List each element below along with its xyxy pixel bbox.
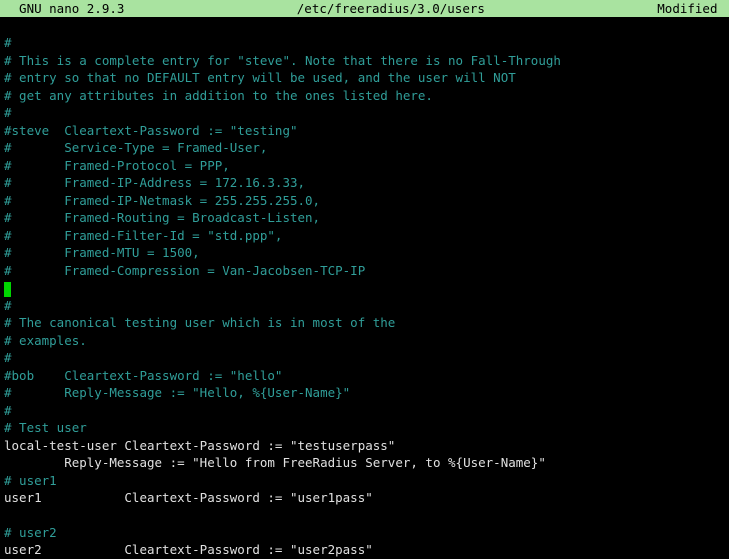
comment-text: # get any attributes in addition to the … [4,88,433,103]
comment-text: # Framed-Protocol = PPP, [4,158,230,173]
editor-line[interactable]: # [4,297,725,315]
comment-text: # Framed-Filter-Id = "std.ppp", [4,228,282,243]
editor-line[interactable]: # Framed-IP-Netmask = 255.255.255.0, [4,192,725,210]
editor-line[interactable] [4,507,725,524]
comment-text: # Framed-IP-Netmask = 255.255.255.0, [4,193,320,208]
editor-line[interactable]: # user1 [4,472,725,490]
editor-line[interactable] [4,279,725,297]
editor-line[interactable]: # Framed-IP-Address = 172.16.3.33, [4,174,725,192]
editor-line[interactable] [4,17,725,34]
comment-text: #steve Cleartext-Password := "testing" [4,123,298,138]
editor-line[interactable]: user1 Cleartext-Password := "user1pass" [4,489,725,507]
comment-text: # user2 [4,525,57,540]
editor-line[interactable]: # Reply-Message := "Hello, %{User-Name}" [4,384,725,402]
editor-line[interactable]: # [4,402,725,420]
editor-line[interactable]: # The canonical testing user which is in… [4,314,725,332]
editor-line[interactable]: # Framed-Routing = Broadcast-Listen, [4,209,725,227]
config-text: local-test-user Cleartext-Password := "t… [4,438,395,453]
editor-line[interactable]: #bob Cleartext-Password := "hello" [4,367,725,385]
config-text: user2 Cleartext-Password := "user2pass" [4,542,373,557]
comment-text: # Framed-IP-Address = 172.16.3.33, [4,175,305,190]
editor-line[interactable]: # Test user [4,419,725,437]
comment-text: # [4,403,12,418]
comment-text: # The canonical testing user which is in… [4,315,395,330]
editor-line[interactable]: #steve Cleartext-Password := "testing" [4,122,725,140]
comment-text: # Framed-Routing = Broadcast-Listen, [4,210,320,225]
comment-text: # Reply-Message := "Hello, %{User-Name}" [4,385,350,400]
comment-text: # Framed-Compression = Van-Jacobsen-TCP-… [4,263,365,278]
comment-text: # examples. [4,333,87,348]
text-cursor [4,282,11,297]
editor-line[interactable]: # examples. [4,332,725,350]
config-text: user1 Cleartext-Password := "user1pass" [4,490,373,505]
editor-content[interactable]: # # This is a complete entry for "steve".… [0,17,729,559]
editor-line[interactable]: # Framed-MTU = 1500, [4,244,725,262]
editor-line[interactable]: user2 Cleartext-Password := "user2pass" [4,541,725,559]
config-text: Reply-Message := "Hello from FreeRadius … [4,455,546,470]
comment-text: # [4,298,12,313]
editor-line[interactable]: # Framed-Compression = Van-Jacobsen-TCP-… [4,262,725,280]
editor-line[interactable]: # [4,349,725,367]
editor-line[interactable]: local-test-user Cleartext-Password := "t… [4,437,725,455]
comment-text: #bob Cleartext-Password := "hello" [4,368,282,383]
comment-text: # [4,350,12,365]
editor-line[interactable]: # user2 [4,524,725,542]
editor-line[interactable]: # Framed-Filter-Id = "std.ppp", [4,227,725,245]
comment-text: # Framed-MTU = 1500, [4,245,200,260]
comment-text: # [4,105,12,120]
modified-flag: Modified [657,0,725,17]
comment-text: # user1 [4,473,57,488]
editor-line[interactable]: Reply-Message := "Hello from FreeRadius … [4,454,725,472]
comment-text: # [4,35,12,50]
file-path: /etc/freeradius/3.0/users [297,0,485,17]
editor-line[interactable]: # [4,104,725,122]
editor-line[interactable]: # entry so that no DEFAULT entry will be… [4,69,725,87]
comment-text: # This is a complete entry for "steve". … [4,53,561,68]
comment-text: # entry so that no DEFAULT entry will be… [4,70,516,85]
comment-text: # Service-Type = Framed-User, [4,140,267,155]
editor-line[interactable]: # This is a complete entry for "steve". … [4,52,725,70]
editor-line[interactable]: # Service-Type = Framed-User, [4,139,725,157]
editor-line[interactable]: # get any attributes in addition to the … [4,87,725,105]
editor-titlebar: GNU nano 2.9.3 /etc/freeradius/3.0/users… [0,0,729,17]
editor-line[interactable]: # Framed-Protocol = PPP, [4,157,725,175]
editor-line[interactable]: # [4,34,725,52]
app-name: GNU nano 2.9.3 [4,0,124,17]
comment-text: # Test user [4,420,87,435]
